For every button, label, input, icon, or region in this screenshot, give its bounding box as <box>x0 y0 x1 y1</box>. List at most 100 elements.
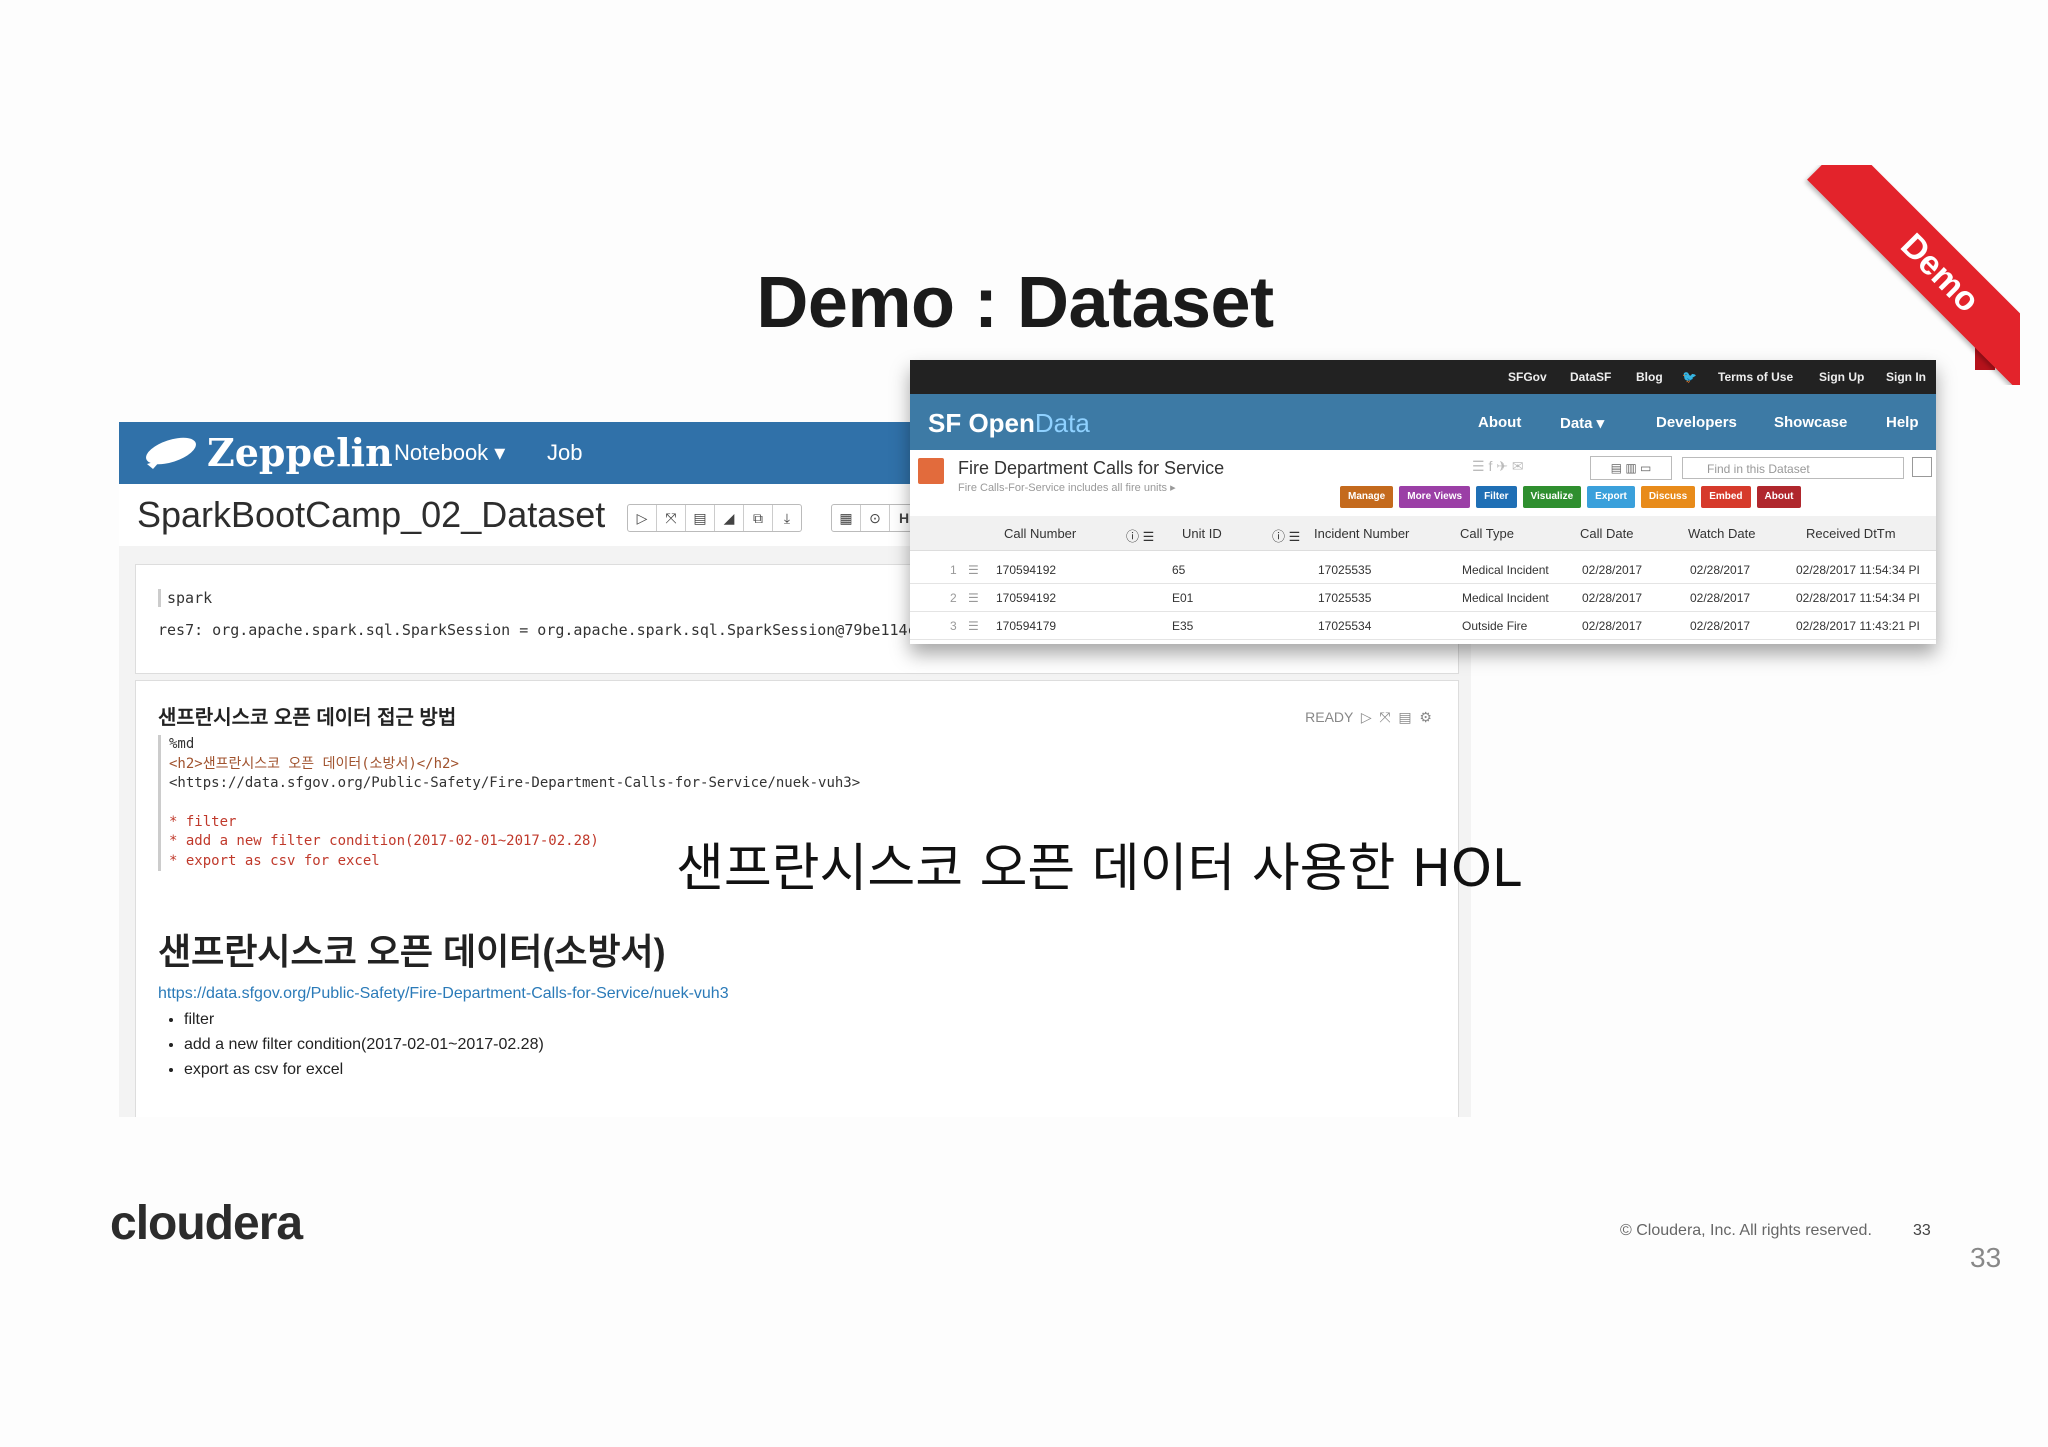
commit-icon[interactable]: ▦ <box>832 505 861 531</box>
code-line: %md <box>169 736 195 752</box>
table-cell: 17025535 <box>1318 563 1372 577</box>
table-cell: 17025535 <box>1318 591 1372 605</box>
table-cell: 02/28/2017 <box>1690 591 1751 605</box>
table-cell: 02/28/2017 <box>1690 563 1751 577</box>
top-link-sfgov[interactable]: SFGov <box>1508 370 1547 384</box>
list-item: add a new filter condition(2017-02-01~20… <box>184 1032 544 1057</box>
discuss-button[interactable]: Discuss <box>1640 486 1696 508</box>
paragraph-code[interactable]: spark <box>158 589 212 607</box>
filter-button[interactable]: Filter <box>1476 486 1517 508</box>
table-cell: 17025534 <box>1318 619 1372 633</box>
table-cell: 170594192 <box>996 563 1057 577</box>
sf-header: SF OpenData About Data ▾ Developers Show… <box>910 394 1936 450</box>
top-link-datasf[interactable]: DataSF <box>1570 370 1611 384</box>
share-icons[interactable]: ☰ f ✈ ✉ <box>1472 458 1524 475</box>
rendered-heading: 샌프란시스코 오픈 데이터(소방서) <box>158 931 666 972</box>
nav-about[interactable]: About <box>1478 414 1521 431</box>
clear-output-icon[interactable]: ◢ <box>715 505 744 531</box>
nav-showcase[interactable]: Showcase <box>1774 414 1847 431</box>
embed-button[interactable]: Embed <box>1701 486 1751 508</box>
toggle-output-icon[interactable]: ▤ <box>686 505 715 531</box>
table-cell: 02/28/2017 11:54:34 PI <box>1796 591 1920 605</box>
column-header[interactable]: Incident Number <box>1314 526 1409 541</box>
zeppelin-logo[interactable]: Zeppelin <box>207 430 393 475</box>
table-cell: E35 <box>1172 619 1194 633</box>
logo-open-text: SF Open <box>928 408 1035 438</box>
column-header[interactable]: Call Type <box>1460 526 1514 541</box>
top-link-blog[interactable]: Blog <box>1636 370 1663 384</box>
manage-button[interactable]: Manage <box>1340 486 1394 508</box>
table-cell: 170594179 <box>996 619 1057 633</box>
sf-top-links-bar: SFGov DataSF Blog 🐦 Terms of Use Sign Up… <box>910 360 1936 394</box>
toggle-code-icon[interactable]: ⤧ <box>657 505 686 531</box>
row-index: 2 <box>950 591 957 605</box>
table-cell: 02/28/2017 <box>1582 591 1643 605</box>
info-icon[interactable]: ⓘ ☰ <box>1126 526 1154 545</box>
clone-notebook-icon[interactable]: ⧉ <box>744 505 773 531</box>
nav-notebook-menu[interactable]: Notebook ▾ <box>394 440 505 466</box>
row-menu-icon[interactable]: ☰ <box>968 591 979 605</box>
column-header[interactable]: Unit ID <box>1182 526 1222 541</box>
nav-help[interactable]: Help <box>1886 414 1919 431</box>
info-icon[interactable]: ⓘ ☰ <box>1272 526 1300 545</box>
fullscreen-icon[interactable] <box>1912 457 1932 477</box>
settings-gear-icon[interactable]: ⚙ <box>1416 709 1432 725</box>
version-toolbar: ▦ ⊙ H <box>831 504 919 532</box>
dataset-tags: Fire Calls-For-Service includes all fire… <box>958 482 1176 494</box>
export-notebook-icon[interactable]: ⤓ <box>773 505 801 531</box>
dataset-action-buttons: Manage More Views Filter Visualize Expor… <box>1340 486 1802 508</box>
table-header: Call Number ⓘ ☰ Unit ID ⓘ ☰ Incident Num… <box>910 516 1936 551</box>
nav-developers[interactable]: Developers <box>1656 414 1737 431</box>
sf-opendata-logo[interactable]: SF OpenData <box>928 408 1090 439</box>
code-line: <h2>샌프란시스코 오픈 데이터(소방서)</h2> <box>169 755 459 772</box>
column-header[interactable]: Watch Date <box>1688 526 1755 541</box>
twitter-icon[interactable]: 🐦 <box>1682 370 1697 384</box>
table-row[interactable]: 2 ☰ 170594192 E01 17025535 Medical Incid… <box>910 584 1936 612</box>
paragraph-title: 샌프란시스코 오픈 데이터 접근 방법 <box>158 707 457 729</box>
nav-job-link[interactable]: Job <box>547 440 582 466</box>
top-link-signup[interactable]: Sign Up <box>1819 370 1864 384</box>
slide-title: Demo : Dataset <box>756 263 1274 343</box>
toggle-output-icon[interactable]: ▤ <box>1395 709 1411 725</box>
row-menu-icon[interactable]: ☰ <box>968 619 979 633</box>
dataset-search-input[interactable]: Find in this Dataset <box>1682 457 1904 479</box>
list-item: filter <box>184 1007 544 1032</box>
row-index: 3 <box>950 619 957 633</box>
column-header[interactable]: Call Date <box>1580 526 1633 541</box>
status-label: READY <box>1305 709 1354 725</box>
toggle-editor-icon[interactable]: ⤧ <box>1376 709 1390 725</box>
about-button[interactable]: About <box>1756 486 1802 508</box>
export-button[interactable]: Export <box>1587 486 1635 508</box>
rendered-link[interactable]: https://data.sfgov.org/Public-Safety/Fir… <box>158 985 729 1003</box>
view-toggle-icons[interactable]: ▤ ▥ ▭ <box>1590 456 1672 480</box>
rendered-list: filter add a new filter condition(2017-0… <box>158 1007 544 1082</box>
more-views-button[interactable]: More Views <box>1399 486 1471 508</box>
dataset-bar: Fire Department Calls for Service Fire C… <box>910 450 1936 517</box>
paragraph-status: READY ▷ ⤧ ▤ ⚙ <box>1305 709 1432 726</box>
row-menu-icon[interactable]: ☰ <box>968 563 979 577</box>
dataset-title: Fire Department Calls for Service <box>958 458 1225 478</box>
table-cell: Medical Incident <box>1462 563 1549 577</box>
notebook-action-toolbar: ▷ ⤧ ▤ ◢ ⧉ ⤓ <box>627 504 802 532</box>
table-cell: 02/28/2017 11:43:21 PI <box>1796 619 1920 633</box>
table-cell: 02/28/2017 <box>1582 563 1643 577</box>
nav-data[interactable]: Data ▾ <box>1560 414 1604 432</box>
notebook-title[interactable]: SparkBootCamp_02_Dataset <box>137 494 605 536</box>
code-line: <https://data.sfgov.org/Public-Safety/Fi… <box>169 775 861 791</box>
top-link-signin[interactable]: Sign In <box>1886 370 1926 384</box>
revision-icon[interactable]: ⊙ <box>861 505 890 531</box>
table-row[interactable]: 3 ☰ 170594179 E35 17025534 Outside Fire … <box>910 612 1936 640</box>
column-header[interactable]: Call Number <box>1004 526 1076 541</box>
list-item: export as csv for excel <box>184 1057 544 1082</box>
row-index: 1 <box>950 563 957 577</box>
page-number: 33 <box>1913 1222 1931 1239</box>
run-all-button[interactable]: ▷ <box>628 505 657 531</box>
table-cell: 02/28/2017 <box>1690 619 1751 633</box>
demo-ribbon-label: Demo <box>1807 165 2020 385</box>
column-header[interactable]: Received DtTm <box>1806 526 1896 541</box>
table-row[interactable]: 1 ☰ 170594192 65 17025535 Medical Incide… <box>910 556 1936 584</box>
visualize-button[interactable]: Visualize <box>1522 486 1582 508</box>
run-paragraph-icon[interactable]: ▷ <box>1357 709 1372 725</box>
top-link-terms[interactable]: Terms of Use <box>1718 370 1793 384</box>
